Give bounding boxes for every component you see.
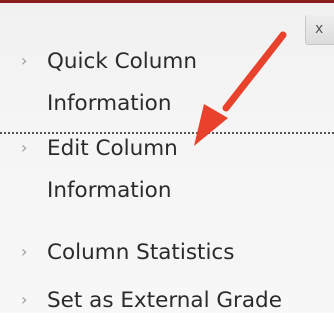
menu-item-label: Edit Column Information (47, 136, 178, 203)
chevron-right-icon: › (21, 138, 28, 157)
menu-item-quick-column-information[interactable]: › Quick Column Information (0, 48, 334, 128)
close-button[interactable]: x (305, 15, 334, 45)
context-menu: x › Quick Column Information › Edit Colu… (0, 3, 334, 313)
menu-item-label: Quick Column Information (47, 49, 197, 116)
menu-item-label: Set as External Grade (47, 288, 282, 313)
menu-item-set-as-external-grade[interactable]: › Set as External Grade (0, 282, 334, 324)
chevron-right-icon: › (21, 290, 28, 309)
menu-item-edit-column-information[interactable]: › Edit Column Information (0, 133, 334, 215)
chevron-right-icon: › (21, 51, 28, 70)
menu-item-label: Column Statistics (47, 240, 235, 265)
close-icon: x (315, 21, 324, 37)
menu-item-column-statistics[interactable]: › Column Statistics (0, 235, 334, 277)
chevron-right-icon: › (21, 242, 28, 261)
